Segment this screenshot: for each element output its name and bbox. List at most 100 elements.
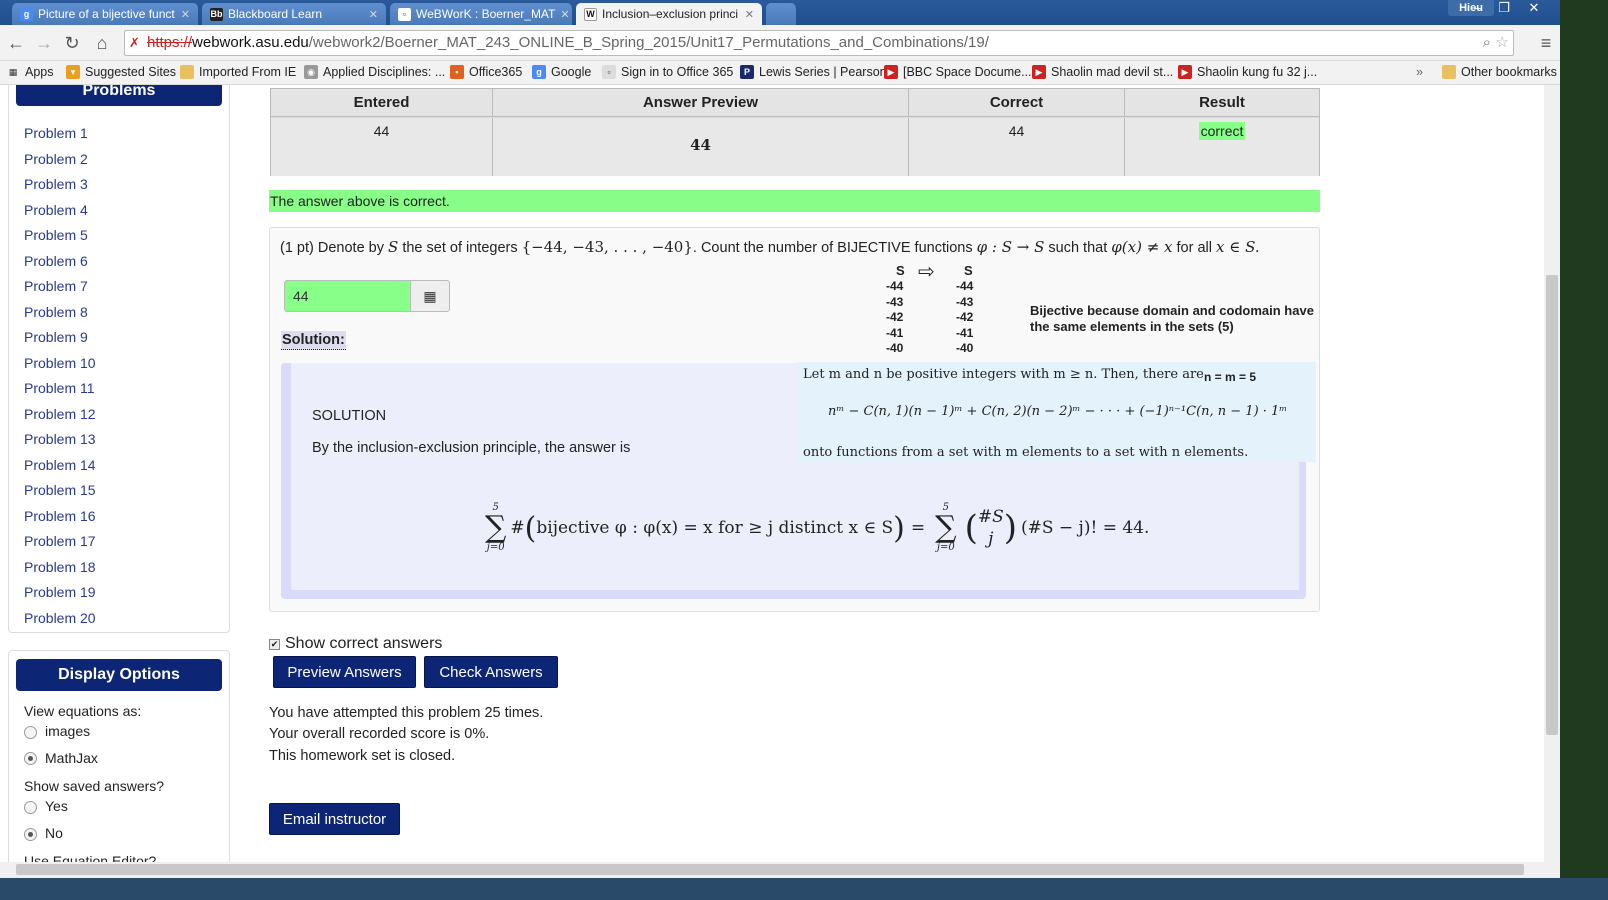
check-answers-button[interactable]: Check Answers: [424, 656, 558, 688]
email-instructor-button[interactable]: Email instructor: [269, 803, 400, 835]
mapping-header-left: S: [896, 263, 905, 278]
mapping-left-value: -44: [886, 279, 904, 293]
bookmark-item[interactable]: ▶ Shaolin mad devil st...: [1032, 65, 1173, 79]
bookmark-item[interactable]: ▪ Office365: [450, 65, 522, 79]
radio-mathjax[interactable]: [24, 752, 37, 765]
bookmark-apps[interactable]: ▦ Apps: [6, 65, 54, 79]
close-tab-icon[interactable]: ✕: [745, 8, 754, 21]
display-options-panel: Display Options View equations as: image…: [8, 650, 230, 885]
wikipedia-icon: W: [584, 7, 597, 21]
minimize-icon[interactable]: –: [1464, 0, 1492, 18]
saved-answers-label: Show saved answers?: [24, 778, 165, 794]
problems-heading: Problems: [16, 85, 222, 106]
radio-mathjax-label: MathJax: [45, 750, 98, 766]
url-input[interactable]: ✗ https://webwork.asu.edu/webwork2/Boern…: [124, 30, 1514, 56]
col-header-result: Result: [1125, 89, 1319, 117]
browser-tab-active[interactable]: W Inclusion–exclusion princi ✕: [576, 3, 762, 25]
home-icon[interactable]: ⌂: [92, 33, 112, 53]
answer-input[interactable]: 44: [284, 280, 410, 312]
sidebar-problem-link[interactable]: Problem 11: [24, 380, 95, 396]
folder-icon: [1442, 65, 1456, 79]
radio-saved-no[interactable]: [24, 828, 37, 841]
sidebar-problem-link[interactable]: Problem 6: [24, 253, 88, 269]
bijective-note: Bijective because domain and codomain ha…: [1030, 303, 1314, 334]
show-correct-answers[interactable]: ✔ Show correct answers: [269, 635, 442, 653]
page-icon: ▫: [398, 7, 411, 21]
radio-images[interactable]: [24, 726, 37, 739]
blackboard-icon: Bb: [210, 7, 223, 21]
display-options-heading: Display Options: [16, 659, 222, 691]
sidebar-problem-link[interactable]: Problem 13: [24, 431, 96, 447]
math-editor-button[interactable]: ▦: [410, 280, 450, 312]
bookmarks-overflow[interactable]: »: [1416, 65, 1423, 79]
bookmark-item[interactable]: ▶ [BBC Space Docume...: [884, 65, 1032, 79]
radio-saved-no-label: No: [45, 825, 63, 841]
reload-icon[interactable]: ↻: [62, 33, 82, 53]
solution-toggle[interactable]: Solution:: [281, 331, 346, 350]
sidebar-problem-link[interactable]: Problem 17: [24, 533, 96, 549]
sidebar-problem-link[interactable]: Problem 7: [24, 278, 88, 294]
bookmark-item[interactable]: ▾ Suggested Sites: [66, 65, 176, 79]
browser-tab[interactable]: Bb Blackboard Learn ✕: [202, 3, 386, 25]
show-correct-checkbox[interactable]: ✔: [269, 638, 280, 650]
bookmark-item[interactable]: ▶ Shaolin kung fu 32 j...: [1178, 65, 1317, 79]
menu-icon[interactable]: ≡: [1536, 33, 1556, 53]
radio-saved-yes[interactable]: [24, 801, 37, 814]
sidebar-problem-link[interactable]: Problem 20: [24, 610, 96, 626]
bookmark-item[interactable]: P Lewis Series | Pearson: [740, 65, 887, 79]
bookmark-item[interactable]: g Google: [532, 65, 591, 79]
mapping-left-value: -41: [886, 325, 904, 340]
address-bar-row: ← → ↻ ⌂ ✗ https://webwork.asu.edu/webwor…: [0, 25, 1608, 61]
browser-tab[interactable]: g Picture of a bijective funct ✕: [12, 3, 198, 25]
google-icon: g: [532, 65, 546, 79]
show-correct-label: Show correct answers: [285, 635, 443, 652]
browser-tab[interactable]: ▫ WeBWorK : Boerner_MAT ✕: [390, 3, 572, 25]
sidebar-problem-link[interactable]: Problem 10: [24, 355, 96, 371]
sidebar-problem-link[interactable]: Problem 16: [24, 508, 96, 524]
globe-icon: ◉: [304, 65, 318, 79]
radio-saved-yes-label: Yes: [45, 798, 68, 814]
arrow-icon: ⇨: [918, 261, 935, 283]
cell-correct: 44: [909, 118, 1125, 176]
col-header-correct: Correct: [909, 89, 1125, 117]
sidebar-problem-link[interactable]: Problem 15: [24, 482, 96, 498]
suggested-sites-icon: ▾: [66, 65, 80, 79]
mapping-right-value: -43: [956, 294, 974, 309]
url-path: /webwork2/Boerner_MAT_243_ONLINE_B_Sprin…: [308, 34, 989, 51]
mapping-left-column: -44 -43 -42 -41 -40: [886, 279, 903, 357]
preview-answers-button[interactable]: Preview Answers: [273, 656, 416, 688]
sidebar-problem-link[interactable]: Problem 5: [24, 227, 88, 243]
new-tab-button[interactable]: [766, 3, 796, 25]
sidebar-problem-link[interactable]: Problem 19: [24, 584, 96, 600]
sidebar-problem-link[interactable]: Problem 12: [24, 406, 96, 422]
mapping-left-value: -43: [886, 294, 904, 309]
sidebar-problem-link[interactable]: Problem 3: [24, 176, 88, 192]
close-tab-icon[interactable]: ✕: [560, 8, 569, 21]
forward-icon[interactable]: →: [34, 33, 54, 53]
bookmark-item[interactable]: ▫ Sign in to Office 365: [602, 65, 733, 79]
sidebar-problem-link[interactable]: Problem 4: [24, 202, 88, 218]
sidebar-problem-link[interactable]: Problem 8: [24, 304, 88, 320]
close-window-icon[interactable]: ✕: [1520, 0, 1548, 18]
restore-icon[interactable]: ❐: [1490, 0, 1518, 18]
sidebar-problem-link[interactable]: Problem 14: [24, 457, 96, 473]
star-icon[interactable]: ☆: [1496, 31, 1509, 55]
sidebar-problem-link[interactable]: Problem 9: [24, 329, 88, 345]
horizontal-scroll-thumb[interactable]: [16, 864, 1524, 875]
sidebar-problem-link[interactable]: Problem 18: [24, 559, 96, 575]
other-bookmarks[interactable]: Other bookmarks: [1442, 65, 1557, 79]
vertical-scroll-thumb[interactable]: [1546, 275, 1558, 735]
zoom-icon[interactable]: ⌕: [1483, 31, 1491, 55]
back-icon[interactable]: ←: [6, 33, 26, 53]
close-tab-icon[interactable]: ✕: [181, 8, 190, 21]
close-tab-icon[interactable]: ✕: [369, 8, 378, 21]
sidebar-problem-link[interactable]: Problem 1: [24, 125, 88, 141]
mapping-header-right: S: [964, 263, 973, 278]
youtube-icon: ▶: [1032, 65, 1046, 79]
view-equations-label: View equations as:: [24, 703, 142, 719]
solution-formula: 5 ∑ j=0 # ( bijective φ : φ(x) = x for ≥ j…: [485, 502, 1150, 553]
bookmark-folder[interactable]: Imported From IE: [180, 65, 296, 79]
sidebar-problem-link[interactable]: Problem 2: [24, 151, 88, 167]
page-icon: ▫: [602, 65, 616, 79]
bookmark-item[interactable]: ◉ Applied Disciplines: ...: [304, 65, 445, 79]
